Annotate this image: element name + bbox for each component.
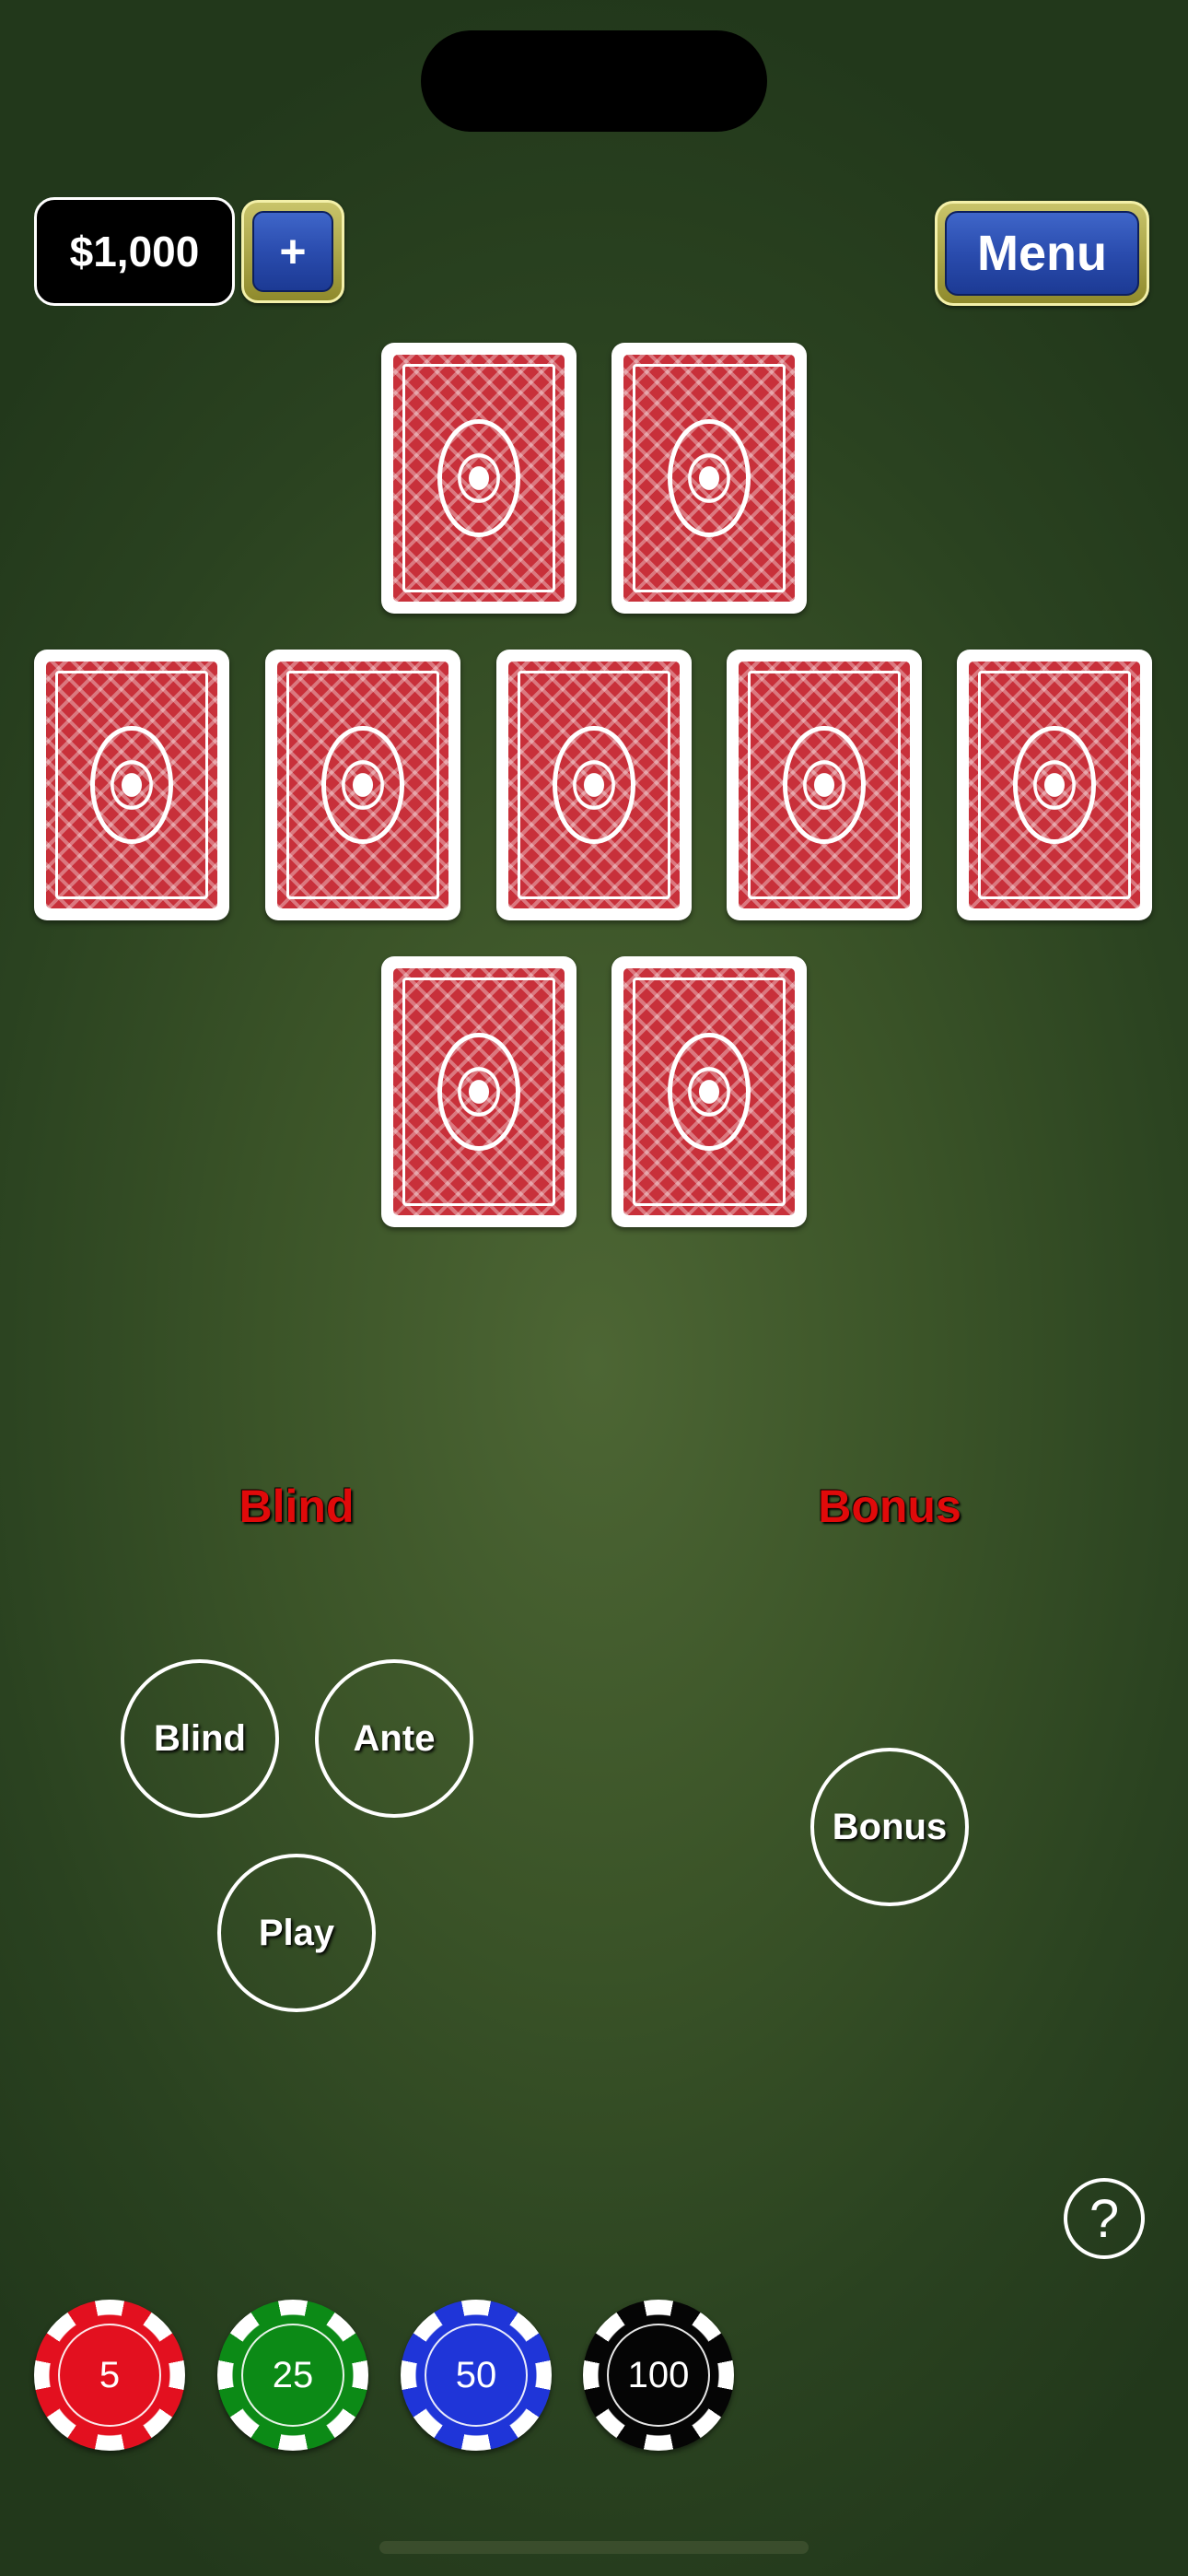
chip-25-value: 25 bbox=[241, 2324, 344, 2427]
home-indicator bbox=[379, 2541, 809, 2554]
card-back bbox=[393, 355, 565, 602]
community-card-5 bbox=[957, 650, 1152, 920]
community-card-2 bbox=[265, 650, 460, 920]
card-back bbox=[623, 968, 795, 1215]
bonus-bet-spot[interactable]: Bonus bbox=[810, 1748, 969, 1906]
card-back bbox=[739, 662, 910, 908]
dealer-card-1 bbox=[381, 343, 577, 614]
add-funds-button[interactable]: + bbox=[241, 200, 344, 303]
blind-area-label: Blind bbox=[239, 1481, 355, 1532]
ante-bet-spot[interactable]: Ante bbox=[315, 1659, 473, 1818]
card-back bbox=[393, 968, 565, 1215]
player-card-1 bbox=[381, 956, 577, 1227]
chip-25[interactable]: 25 bbox=[217, 2300, 368, 2451]
menu-button[interactable]: Menu bbox=[935, 201, 1149, 306]
chip-5[interactable]: 5 bbox=[34, 2300, 185, 2451]
chip-100-value: 100 bbox=[607, 2324, 710, 2427]
chip-50-value: 50 bbox=[425, 2324, 528, 2427]
chip-50[interactable]: 50 bbox=[401, 2300, 552, 2451]
add-funds-label: + bbox=[252, 211, 333, 292]
chip-100[interactable]: 100 bbox=[583, 2300, 734, 2451]
dealer-card-2 bbox=[611, 343, 807, 614]
bonus-area-label: Bonus bbox=[818, 1481, 961, 1532]
menu-label: Menu bbox=[945, 211, 1139, 296]
community-card-4 bbox=[727, 650, 922, 920]
card-back bbox=[969, 662, 1140, 908]
play-bet-spot[interactable]: Play bbox=[217, 1854, 376, 2012]
blind-bet-spot[interactable]: Blind bbox=[121, 1659, 279, 1818]
community-card-1 bbox=[34, 650, 229, 920]
chip-5-value: 5 bbox=[58, 2324, 161, 2427]
dynamic-island bbox=[421, 30, 767, 132]
help-button[interactable]: ? bbox=[1064, 2178, 1145, 2259]
balance-display: $1,000 bbox=[34, 197, 235, 306]
card-back bbox=[623, 355, 795, 602]
community-card-3 bbox=[496, 650, 692, 920]
card-back bbox=[508, 662, 680, 908]
card-back bbox=[277, 662, 448, 908]
card-back bbox=[46, 662, 217, 908]
player-card-2 bbox=[611, 956, 807, 1227]
